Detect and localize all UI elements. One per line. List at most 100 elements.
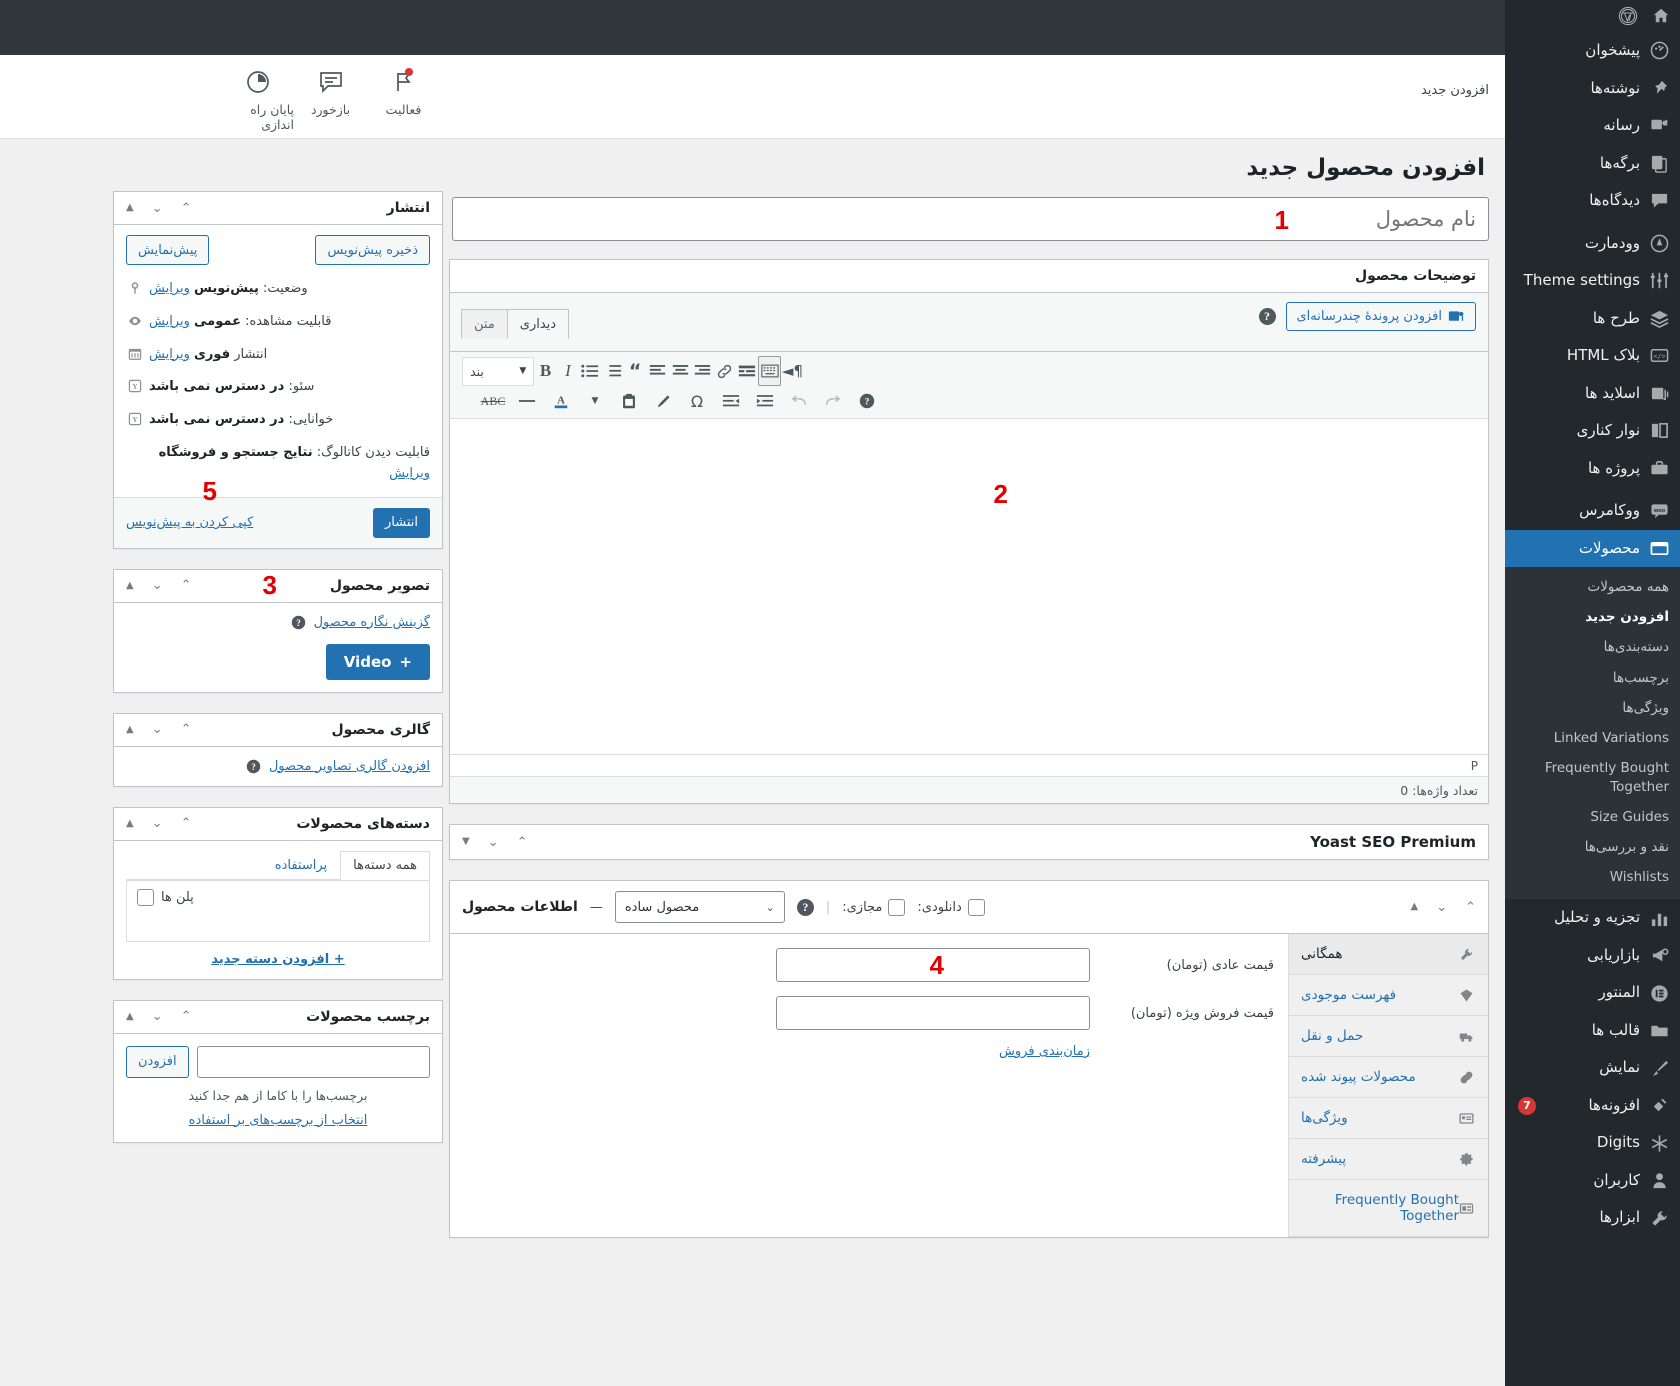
wordpress-logo[interactable]: [1618, 6, 1638, 26]
tab-most-used[interactable]: پراستفاده: [262, 851, 340, 880]
collapse-up-icon[interactable]: ⌃: [181, 202, 192, 215]
toggle-icon[interactable]: ▲: [126, 818, 134, 829]
add-tag-button[interactable]: افزودن: [126, 1045, 189, 1078]
sidebar-item-8[interactable]: </> بلاک HTML: [1505, 337, 1680, 375]
publish-button[interactable]: انتشار: [373, 507, 430, 538]
toolbar-row-2[interactable]: ? Ω ▼ A ABC: [454, 386, 1484, 416]
italic-icon[interactable]: I: [557, 356, 579, 386]
product-data-controls[interactable]: ⌃ ⌄ ▲: [1410, 901, 1476, 914]
tab-all-categories[interactable]: همه دسته‌ها: [340, 850, 430, 880]
sidebar-item-1[interactable]: نوشته‌ها: [1505, 70, 1680, 108]
edit-link[interactable]: ویرایش: [389, 466, 430, 481]
navbar-tab-setup[interactable]: پایان راه اندازی: [221, 67, 294, 132]
products-submenu[interactable]: همه محصولات افزودن جدید دسته‌بندی‌ها برچسب‌…: [1505, 567, 1680, 900]
submenu-item-6[interactable]: Frequently Bought Together: [1505, 753, 1680, 801]
collapse-down-icon[interactable]: ⌄: [1436, 901, 1447, 914]
sidebar-item-11[interactable]: پروژه ها: [1505, 450, 1680, 488]
preview-button[interactable]: پیش‌نمایش: [126, 235, 210, 265]
sidebar-item-16[interactable]: المنتور: [1505, 974, 1680, 1012]
align-center-icon[interactable]: [669, 356, 691, 386]
collapse-down-icon[interactable]: ⌄: [488, 836, 499, 849]
tab-visual[interactable]: دیداری: [506, 309, 570, 339]
format-select[interactable]: ▼ بند: [462, 356, 535, 386]
product-data-tab-4[interactable]: ویژگی‌ها: [1289, 1098, 1488, 1139]
align-left-icon[interactable]: [646, 356, 668, 386]
categories-tabs[interactable]: همه دسته‌ها پراستفاده: [126, 850, 430, 880]
collapse-down-icon[interactable]: ⌄: [152, 579, 163, 592]
collapse-down-icon[interactable]: ⌄: [152, 817, 163, 830]
sidebar-item-22[interactable]: ابزارها: [1505, 1199, 1680, 1237]
submenu-item-4[interactable]: ویژگی‌ها: [1505, 693, 1680, 723]
submenu-item-2[interactable]: دسته‌بندی‌ها: [1505, 632, 1680, 662]
collapse-up-icon[interactable]: ⌃: [517, 836, 528, 849]
unordered-list-icon[interactable]: [579, 356, 601, 386]
sidebar-item-9[interactable]: اسلاید ها: [1505, 375, 1680, 413]
sidebar-top-icons[interactable]: [1505, 0, 1680, 32]
navbar-tab-feedback[interactable]: بازخورد: [294, 67, 367, 132]
keyboard-toolbar-icon[interactable]: [758, 356, 781, 386]
save-draft-button[interactable]: ذخیره پیش‌نویس: [315, 235, 430, 265]
sidebar-item-14[interactable]: تجزیه و تحلیل: [1505, 899, 1680, 937]
sidebar-item-5[interactable]: وودمارت: [1505, 225, 1680, 263]
submenu-item-5[interactable]: Linked Variations: [1505, 723, 1680, 753]
special-character-icon[interactable]: Ω: [680, 386, 714, 416]
downloadable-checkbox-wrap[interactable]: دانلودی:: [917, 898, 985, 916]
edit-link[interactable]: ویرایش: [149, 281, 190, 296]
help-icon[interactable]: ?: [291, 615, 306, 630]
paragraph-rtl-icon[interactable]: ¶◄: [781, 356, 804, 386]
regular-price-input[interactable]: [776, 948, 1090, 982]
link-icon[interactable]: [714, 356, 736, 386]
edit-link[interactable]: ویرایش: [149, 347, 190, 362]
publish-box-controls[interactable]: ⌃ ⌄ ▲: [126, 202, 192, 215]
sidebar-item-15[interactable]: بازاریابی: [1505, 937, 1680, 975]
chevron-down-icon[interactable]: ▼: [578, 386, 612, 416]
product-title-input[interactable]: [452, 197, 1489, 241]
schedule-sale-link[interactable]: زمان‌بندی فروش: [999, 1044, 1090, 1059]
add-new-category-link[interactable]: + افزودن دسته جدید: [211, 952, 344, 967]
submenu-item-3[interactable]: برچسب‌ها: [1505, 663, 1680, 693]
more-tag-icon[interactable]: [736, 356, 758, 386]
collapse-up-icon[interactable]: ⌃: [181, 817, 192, 830]
help-icon[interactable]: ?: [796, 898, 814, 916]
navbar-tab-activity[interactable]: فعالیت: [367, 67, 440, 132]
text-color-icon[interactable]: A: [544, 386, 578, 416]
sidebar-item-13[interactable]: محصولات: [1505, 529, 1680, 567]
add-media-button[interactable]: افزودن پروندهٔ چندرسانه‌ای: [1285, 302, 1476, 331]
category-item[interactable]: پلن ها: [137, 888, 419, 906]
undo-icon[interactable]: [782, 386, 816, 416]
product-data-tabs[interactable]: همگانی فهرست موجودی حمل و نقل محصولات پی…: [1288, 934, 1488, 1237]
home-icon[interactable]: [1652, 7, 1670, 25]
product-data-tab-3[interactable]: محصولات پیوند شده: [1289, 1057, 1488, 1098]
toolbar-row-1[interactable]: ¶◄ “ I B ▼ بند: [454, 356, 1484, 386]
product-data-tab-2[interactable]: حمل و نقل: [1289, 1016, 1488, 1057]
product-gallery-controls[interactable]: ⌃ ⌄ ▲: [126, 723, 192, 736]
sidebar-item-3[interactable]: برگه‌ها: [1505, 145, 1680, 183]
help-icon[interactable]: ?: [850, 386, 884, 416]
submenu-item-9[interactable]: Wishlists: [1505, 862, 1680, 892]
editor-tabs[interactable]: متن دیداری: [461, 309, 570, 339]
collapse-down-icon[interactable]: ⌄: [152, 202, 163, 215]
sidebar-item-10[interactable]: نوار کناری: [1505, 412, 1680, 450]
sidebar-item-0[interactable]: پیشخوان: [1505, 32, 1680, 70]
product-type-select[interactable]: ⌄ محصول ساده: [614, 891, 785, 923]
sidebar-item-19[interactable]: افزونه‌ها 7: [1505, 1087, 1680, 1125]
sidebar-item-20[interactable]: Digits: [1505, 1124, 1680, 1162]
toggle-icon[interactable]: ▲: [126, 580, 134, 591]
toggle-icon[interactable]: ▲: [126, 724, 134, 735]
submenu-item-1[interactable]: افزودن جدید: [1505, 602, 1680, 632]
toggle-icon[interactable]: ▲: [126, 1011, 134, 1022]
category-checkbox[interactable]: [137, 888, 154, 906]
tag-input[interactable]: [196, 1045, 430, 1078]
indent-icon[interactable]: [714, 386, 748, 416]
collapse-up-icon[interactable]: ⌃: [1465, 901, 1476, 914]
edit-link[interactable]: ویرایش: [149, 314, 190, 329]
toggle-icon[interactable]: ▲: [1410, 902, 1418, 912]
tags-controls[interactable]: ⌃ ⌄ ▲: [126, 1010, 192, 1023]
add-video-button[interactable]: + Video: [325, 643, 430, 680]
sale-price-input[interactable]: [776, 996, 1090, 1030]
outdent-icon[interactable]: [748, 386, 782, 416]
navbar-page-link[interactable]: افزودن جدید: [1421, 83, 1489, 98]
product-data-tab-5[interactable]: پیشرفته: [1289, 1139, 1488, 1180]
collapse-down-icon[interactable]: ⌄: [152, 1010, 163, 1023]
collapse-up-icon[interactable]: ⌃: [181, 579, 192, 592]
